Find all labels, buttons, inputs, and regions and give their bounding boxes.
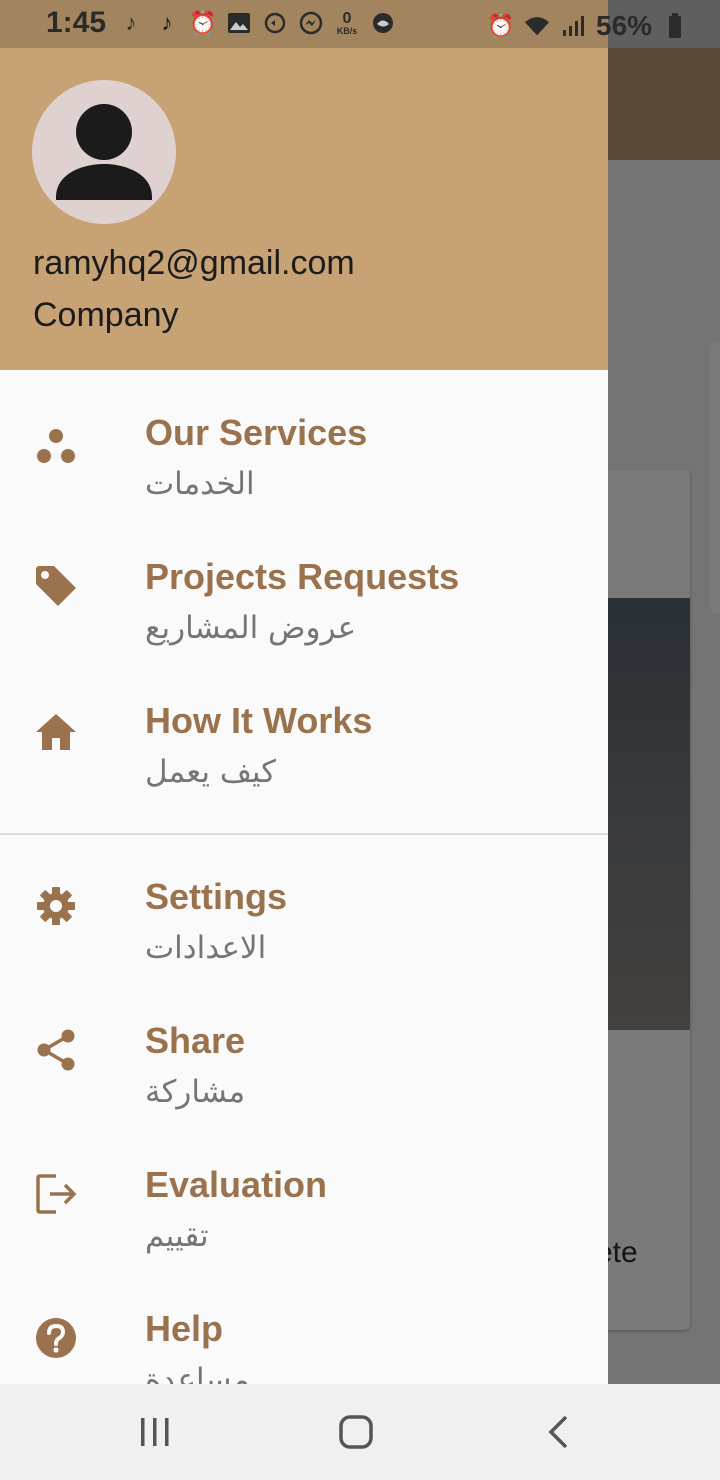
person-icon (56, 104, 152, 200)
menu-item-title: Our Services (145, 412, 368, 453)
tag-icon (34, 564, 78, 608)
drawer-header: ramyhq2@gmail.com Company (0, 0, 608, 370)
system-icons: ⏰ 56% (487, 10, 688, 42)
avatar[interactable] (32, 80, 176, 224)
exit-icon (34, 1172, 78, 1216)
sync-icon (262, 10, 288, 36)
menu-item-subtitle: عروض المشاريع (145, 610, 357, 646)
notification-icons: ♪ ♪ ⏰ 0 KB/s (118, 10, 396, 36)
menu-divider (0, 833, 608, 835)
menu-item-subtitle: مساعدة (145, 1362, 250, 1384)
wifi-icon (524, 13, 550, 39)
battery-percent: 56% (596, 10, 653, 41)
menu-item-subtitle: مشاركة (145, 1074, 246, 1110)
menu-item-subtitle: الاعدادات (145, 930, 267, 966)
recent-apps-button[interactable] (125, 1404, 185, 1460)
battery-icon (662, 13, 688, 39)
user-email: ramyhq2@gmail.com (33, 244, 355, 282)
menu-item-how-it-works[interactable]: How It Works كيف يعمل (0, 678, 608, 822)
home-button[interactable] (326, 1404, 386, 1460)
menu-item-title: Help (145, 1308, 224, 1349)
menu-item-share[interactable]: Share مشاركة (0, 998, 608, 1142)
navigation-drawer: ramyhq2@gmail.com Company Our Services ا… (0, 0, 608, 1384)
share-icon (34, 1028, 78, 1072)
menu-item-settings[interactable]: Settings الاعدادات (0, 854, 608, 998)
tiktok-icon: ♪ (161, 10, 173, 35)
back-chevron-icon (548, 1415, 568, 1449)
home-circle-icon (339, 1415, 373, 1449)
music-note-icon: ♪ (125, 10, 137, 35)
menu-item-subtitle: كيف يعمل (145, 754, 277, 790)
app-notification-icon (370, 10, 396, 36)
recent-apps-icon (141, 1418, 169, 1446)
services-icon (34, 424, 78, 468)
account-type: Company (33, 296, 179, 334)
menu-item-our-services[interactable]: Our Services الخدمات (0, 390, 608, 534)
menu-item-evaluation[interactable]: Evaluation تقييم (0, 1142, 608, 1286)
signal-icon (560, 13, 586, 39)
system-navigation-bar (0, 1384, 720, 1480)
menu-item-projects-requests[interactable]: Projects Requests عروض المشاريع (0, 534, 608, 678)
menu-item-title: Projects Requests (145, 556, 460, 597)
menu-item-title: Settings (145, 876, 288, 917)
menu-item-help[interactable]: Help مساعدة (0, 1286, 608, 1384)
help-icon (34, 1316, 78, 1360)
alarm-icon: ⏰ (487, 13, 515, 38)
network-speed-unit: KB/s (336, 25, 358, 36)
back-button[interactable] (528, 1404, 588, 1460)
network-speed-indicator: 0 KB/s (334, 10, 360, 36)
messenger-icon (298, 10, 324, 36)
menu-item-title: Share (145, 1020, 246, 1061)
alarm-icon: ⏰ (189, 10, 217, 35)
menu-item-title: Evaluation (145, 1164, 328, 1205)
home-icon (34, 710, 78, 754)
menu-item-subtitle: تقييم (145, 1218, 209, 1254)
menu-item-subtitle: الخدمات (145, 466, 255, 502)
network-speed-value: 0 (342, 9, 352, 27)
gear-icon (34, 884, 78, 928)
status-bar: 1:45 ♪ ♪ ⏰ 0 KB/s ⏰ 56% (0, 0, 720, 48)
menu-item-title: How It Works (145, 700, 373, 741)
status-time: 1:45 (46, 6, 107, 39)
gallery-icon (226, 10, 252, 36)
